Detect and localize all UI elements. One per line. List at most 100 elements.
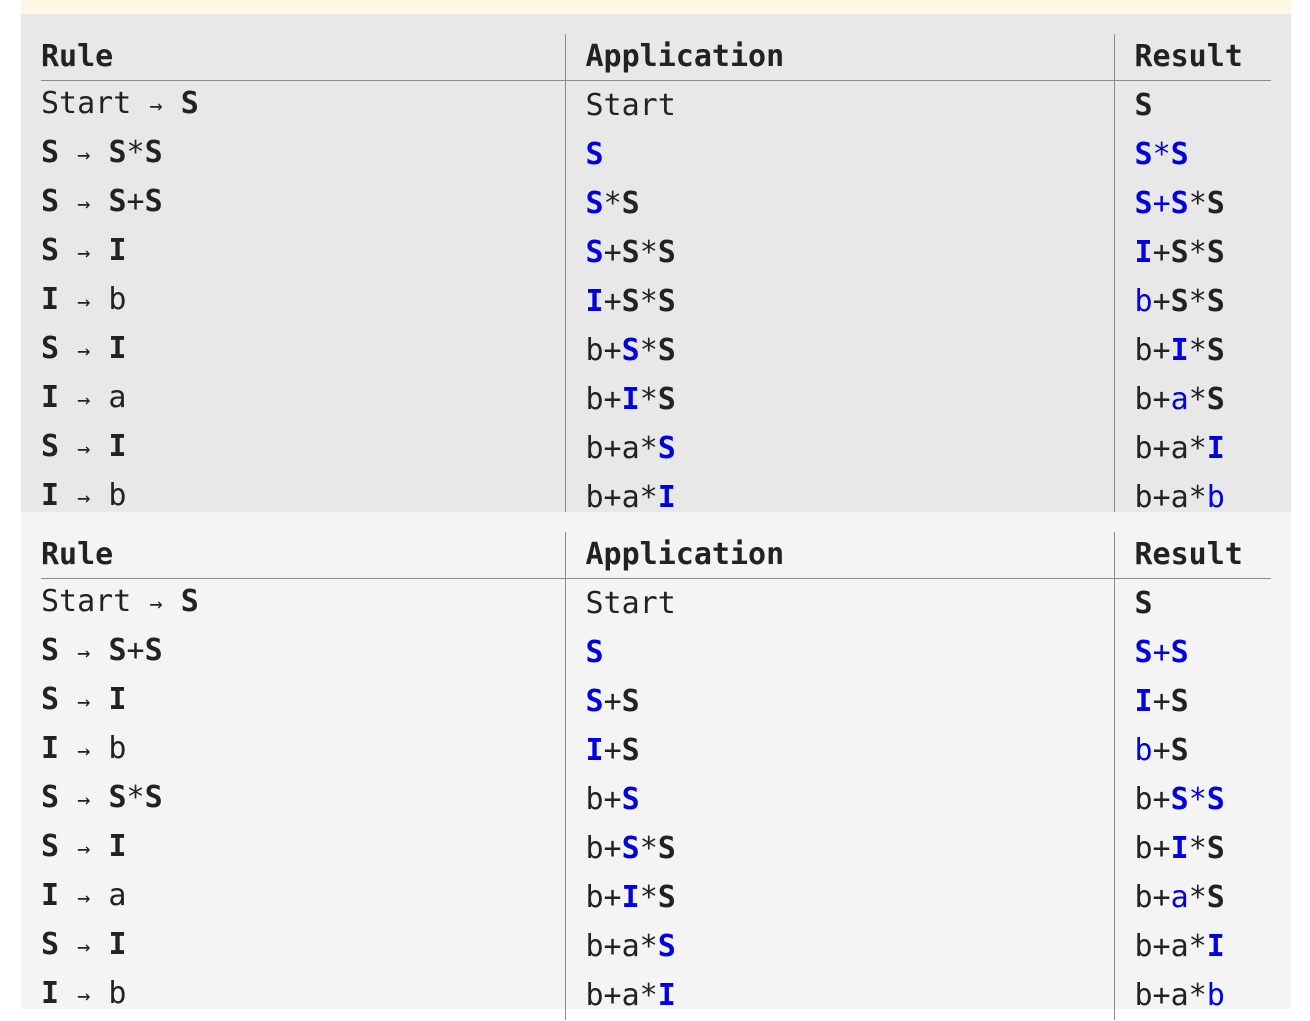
arrow-symbol: → [77, 690, 91, 715]
symbol: I [41, 478, 60, 513]
symbol: * [639, 381, 658, 417]
symbol: b [90, 282, 127, 317]
symbol: b+a* [1134, 479, 1207, 515]
symbol: S [585, 136, 604, 172]
symbol: S [41, 682, 60, 717]
symbol: S [1170, 781, 1189, 817]
result-cell: S+S*S [1113, 179, 1271, 228]
symbol [90, 780, 108, 815]
symbol: I [1134, 234, 1153, 270]
symbol: I [41, 731, 60, 766]
rule-cell: S → I [41, 677, 565, 726]
symbol: S [1206, 234, 1225, 270]
symbol: I [1206, 928, 1225, 964]
symbol: S [621, 781, 640, 817]
symbol [59, 829, 77, 864]
result-cell: b+I*S [1113, 824, 1271, 873]
symbol: S [585, 185, 604, 221]
symbol: S [585, 234, 604, 270]
derivation-panel-2: Rule Application Result Start → S Start S S… [21, 512, 1291, 1020]
symbol: S [621, 332, 640, 368]
symbol: S [1170, 732, 1189, 768]
application-cell: Start [564, 80, 1114, 130]
symbol: S [1206, 381, 1225, 417]
rule-cell: S → S*S [41, 130, 565, 179]
application-cell: S*S [564, 179, 1114, 228]
symbol: a [1170, 879, 1189, 915]
symbol: S [621, 683, 640, 719]
symbol: S [1206, 879, 1225, 915]
symbol: S [657, 430, 676, 466]
symbol [90, 682, 108, 717]
symbol [59, 878, 77, 913]
arrow-symbol: → [77, 437, 91, 462]
symbol [59, 233, 77, 268]
symbol: I [1170, 830, 1189, 866]
symbol: S [1134, 136, 1153, 172]
symbol: b+a* [585, 977, 658, 1013]
derivation-panel-1: Rule Application Result Start → S Start S S… [21, 14, 1291, 522]
symbol: I [41, 878, 60, 913]
header-result: Result [1113, 532, 1271, 579]
table-row: S → S+S S*S S+S*S [41, 179, 1271, 228]
symbol: S [41, 429, 60, 464]
symbol: I [108, 682, 127, 717]
rule-cell: I → a [41, 375, 565, 424]
arrow-symbol: → [77, 837, 91, 862]
symbol [59, 682, 77, 717]
application-cell: b+I*S [564, 375, 1114, 424]
symbol: S [41, 135, 60, 170]
header-application: Application [564, 532, 1114, 579]
symbol: S [621, 283, 640, 319]
result-cell: I+S*S [1113, 228, 1271, 277]
symbol: + [1152, 283, 1171, 319]
symbol: * [1188, 830, 1207, 866]
result-cell: b+S [1113, 726, 1271, 775]
symbol: Start [41, 584, 150, 619]
symbol [59, 282, 77, 317]
symbol: a [1170, 381, 1189, 417]
symbol: S [41, 233, 60, 268]
arrow-symbol: → [77, 984, 91, 1009]
application-cell: b+S*S [564, 326, 1114, 375]
symbol: * [1188, 381, 1207, 417]
application-cell: b+S*S [564, 824, 1114, 873]
symbol: S [1206, 332, 1225, 368]
symbol: I [621, 879, 640, 915]
arrow-symbol: → [77, 935, 91, 960]
symbol: S [657, 381, 676, 417]
symbol [59, 184, 77, 219]
application-cell: I+S*S [564, 277, 1114, 326]
application-cell: b+a*S [564, 922, 1114, 971]
symbol: * [639, 332, 658, 368]
symbol: S [621, 732, 640, 768]
result-cell: b+a*b [1113, 971, 1271, 1020]
symbol: * [1188, 781, 1207, 817]
symbol: S [657, 283, 676, 319]
rule-cell: S → I [41, 922, 565, 971]
symbol: I [108, 927, 127, 962]
symbol: b+ [585, 381, 622, 417]
derivation-table-1: Rule Application Result Start → S Start S S… [41, 34, 1271, 522]
symbol: b+a* [585, 430, 658, 466]
table-row: S → S+S S S+S [41, 628, 1271, 677]
symbol [90, 233, 108, 268]
symbol: S [1134, 87, 1153, 123]
symbol: I [585, 732, 604, 768]
symbol [59, 478, 77, 513]
arrow-symbol: → [77, 388, 91, 413]
symbol: b+ [585, 781, 622, 817]
symbol: b+a* [1134, 430, 1207, 466]
symbol: Start [41, 86, 150, 121]
symbol [59, 780, 77, 815]
symbol: + [603, 683, 622, 719]
result-cell: b+I*S [1113, 326, 1271, 375]
arrow-symbol: → [149, 592, 163, 617]
symbol: S [585, 683, 604, 719]
symbol: S [1170, 683, 1189, 719]
result-cell: S [1113, 578, 1271, 628]
application-cell: b+S [564, 775, 1114, 824]
symbol: b+ [1134, 830, 1171, 866]
symbol [90, 331, 108, 366]
symbol: b [90, 976, 127, 1011]
